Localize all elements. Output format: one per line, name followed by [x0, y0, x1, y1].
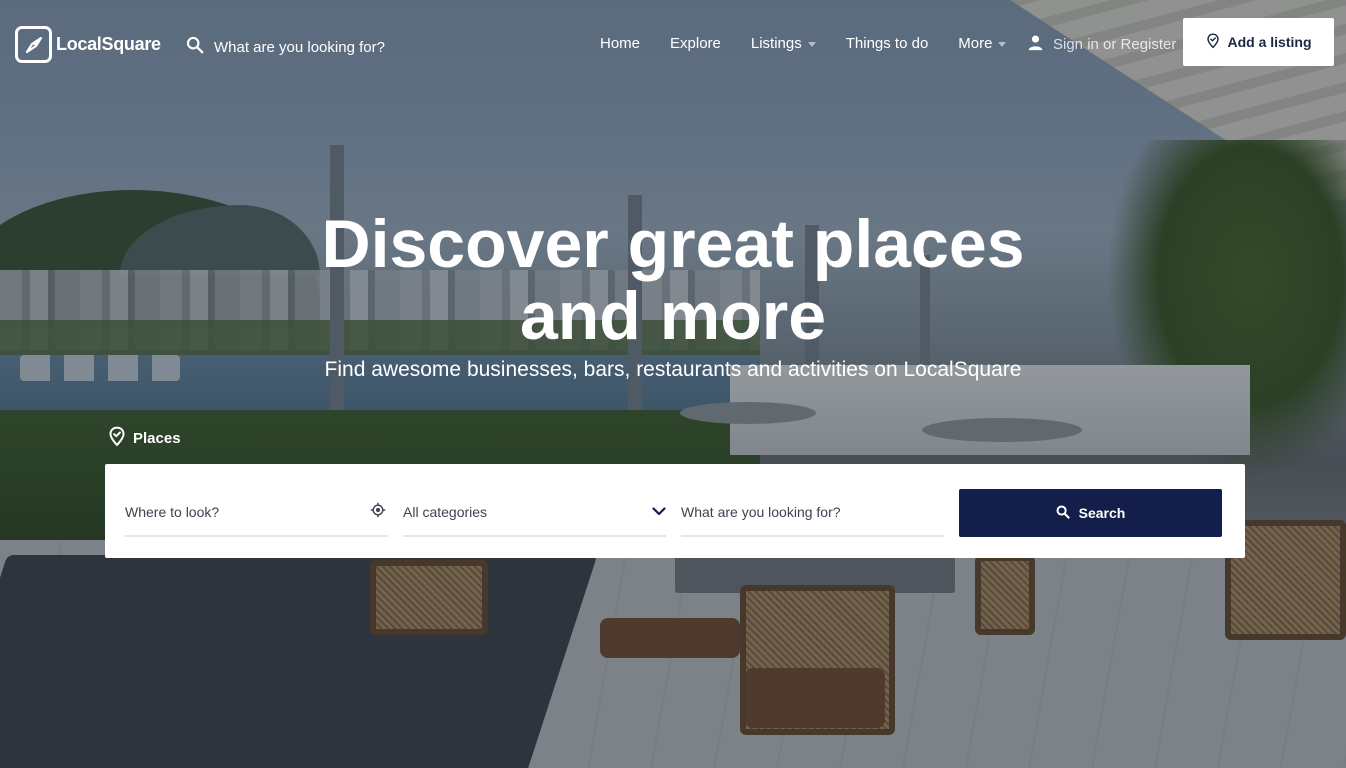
caret-down-icon [998, 42, 1007, 47]
chevron-down-icon [652, 503, 666, 521]
brand-logo[interactable]: LocalSquare [15, 26, 161, 63]
location-field[interactable] [125, 489, 388, 537]
search-icon[interactable] [186, 36, 204, 59]
caret-down-icon [807, 42, 816, 47]
keyword-field[interactable] [681, 489, 944, 537]
compass-icon [15, 26, 52, 63]
map-pin-check-icon [108, 426, 126, 451]
nav-item-things-to-do[interactable]: Things to do [846, 35, 929, 52]
keyword-input[interactable] [681, 504, 944, 520]
sign-in-link[interactable]: Sign in or Register [1027, 34, 1176, 55]
search-button[interactable]: Search [959, 489, 1222, 537]
hero-subtitle: Find awesome businesses, bars, restauran… [324, 358, 1022, 381]
map-pin-check-icon [1206, 32, 1220, 52]
user-icon [1027, 34, 1044, 55]
header-search [186, 36, 434, 59]
header-search-input[interactable] [214, 39, 434, 56]
search-icon [1056, 505, 1070, 522]
nav-item-home[interactable]: Home [600, 35, 640, 52]
main-nav: Home Explore Listings Things to do More [600, 35, 1007, 52]
hero-background-image [0, 0, 1346, 768]
hero-title: Discover great places and more [321, 206, 1025, 354]
nav-item-listings[interactable]: Listings [751, 35, 816, 52]
nav-item-explore[interactable]: Explore [670, 35, 721, 52]
crosshair-icon[interactable] [370, 502, 386, 523]
nav-item-more[interactable]: More [958, 35, 1007, 52]
location-input[interactable] [125, 504, 370, 520]
brand-name: LocalSquare [56, 34, 161, 54]
site-header: LocalSquare Home Explore Listings Things… [0, 0, 1346, 86]
tab-places[interactable]: Places [108, 426, 181, 451]
category-select[interactable]: All categories [403, 489, 666, 537]
add-listing-button[interactable]: Add a listing [1183, 18, 1334, 66]
search-panel: All categories Search [105, 464, 1245, 558]
